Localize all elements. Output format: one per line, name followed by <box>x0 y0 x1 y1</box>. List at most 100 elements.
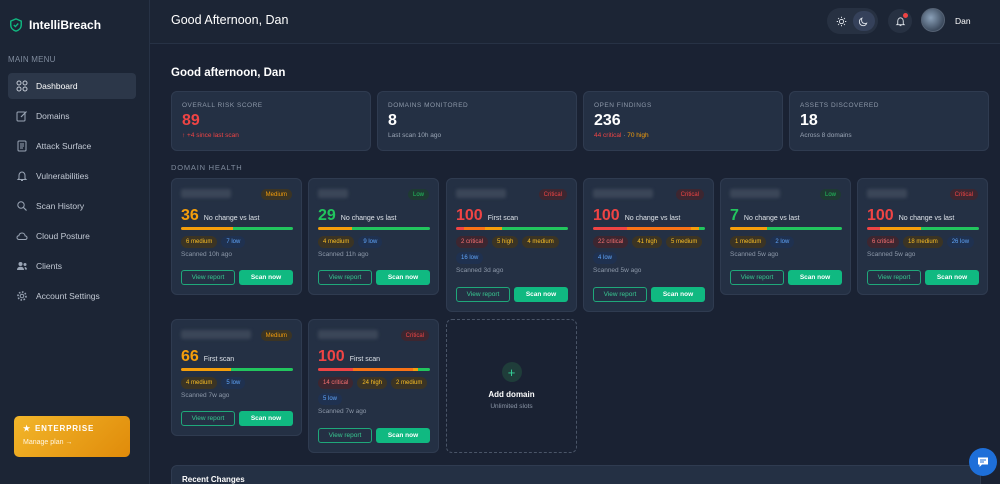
finding-chip-low: 7 low <box>221 236 246 248</box>
domain-name-redacted <box>593 189 653 198</box>
finding-chip-low: 2 low <box>770 236 795 248</box>
sidebar-item-clients[interactable]: Clients <box>8 253 136 279</box>
severity-badge: Medium <box>260 189 292 200</box>
finding-chip-medium: 4 medium <box>318 236 355 248</box>
add-domain-card[interactable]: + Add domain Unlimited slots <box>446 319 577 453</box>
menu-title: MAIN MENU <box>8 55 56 64</box>
finding-chip-low: 5 low <box>318 393 343 405</box>
stat-sub: Across 8 domains <box>800 132 852 139</box>
finding-chip-critical: 22 critical <box>593 236 629 248</box>
risk-score: 100 <box>593 207 620 224</box>
card-actions: View report Scan now <box>318 428 430 443</box>
risk-score: 100 <box>456 207 483 224</box>
severity-bar-segment <box>318 227 353 230</box>
card-actions: View report Scan now <box>181 270 293 285</box>
score-change: No change vs last <box>340 215 397 222</box>
risk-score: 100 <box>867 207 894 224</box>
view-report-button[interactable]: View report <box>456 287 510 302</box>
chat-button[interactable] <box>969 448 997 476</box>
sidebar-item-vulnerabilities[interactable]: Vulnerabilities <box>8 163 136 189</box>
theme-toggle[interactable] <box>827 8 878 34</box>
avatar[interactable] <box>921 8 945 32</box>
view-report-button[interactable]: View report <box>181 411 235 426</box>
risk-score: 100 <box>318 348 345 365</box>
view-report-button[interactable]: View report <box>593 287 647 302</box>
page-title: Good afternoon, Dan <box>171 67 286 79</box>
severity-bar <box>867 227 979 230</box>
sidebar-item-label: Clients <box>36 261 62 271</box>
view-report-button[interactable]: View report <box>318 270 372 285</box>
severity-bar-segment <box>318 368 353 371</box>
card-actions: View report Scan now <box>593 287 705 302</box>
scan-now-button[interactable]: Scan now <box>376 270 430 285</box>
notifications-button[interactable] <box>888 9 912 33</box>
manage-plan-link[interactable]: Manage plan → <box>23 439 121 446</box>
domain-score-row: 100 No change vs last <box>867 207 954 225</box>
sidebar-item-account-settings[interactable]: Account Settings <box>8 283 136 309</box>
sidebar-item-label: Attack Surface <box>36 141 92 151</box>
view-report-button[interactable]: View report <box>867 270 921 285</box>
users-icon <box>16 260 28 272</box>
scanned-time: Scanned 3d ago <box>456 267 504 274</box>
scanned-time: Scanned 11h ago <box>318 251 369 258</box>
recent-changes-title: Recent Changes <box>182 475 245 484</box>
finding-chip-medium: 5 medium <box>666 236 703 248</box>
scan-now-button[interactable]: Scan now <box>514 287 568 302</box>
view-report-button[interactable]: View report <box>730 270 784 285</box>
domain-name-redacted <box>181 189 231 198</box>
high-count: 70 high <box>627 132 649 139</box>
app-name: IntelliBreach <box>29 18 102 32</box>
pencil-icon <box>16 110 28 122</box>
scan-now-button[interactable]: Scan now <box>376 428 430 443</box>
stat-sub: 44 critical · 70 high <box>594 132 772 139</box>
sun-icon[interactable] <box>830 11 852 31</box>
scan-now-button[interactable]: Scan now <box>788 270 842 285</box>
sidebar-item-domains[interactable]: Domains <box>8 103 136 129</box>
sidebar-item-attack-surface[interactable]: Attack Surface <box>8 133 136 159</box>
plan-title-text: ENTERPRISE <box>34 424 95 433</box>
severity-bar-segment <box>698 227 705 230</box>
severity-badge: Medium <box>260 330 292 341</box>
critical-count: 44 critical <box>594 132 622 139</box>
severity-badge: Critical <box>949 189 978 200</box>
sidebar-item-label: Cloud Posture <box>36 231 90 241</box>
scanned-time: Scanned 10h ago <box>181 251 232 258</box>
score-change: First scan <box>349 356 381 363</box>
sidebar-item-dashboard[interactable]: Dashboard <box>8 73 136 99</box>
view-report-button[interactable]: View report <box>318 428 372 443</box>
risk-score: 36 <box>181 207 199 224</box>
risk-score: 7 <box>730 207 739 224</box>
domain-score-row: 100 First scan <box>456 207 518 225</box>
score-change: No change vs last <box>743 215 800 222</box>
scanned-time: Scanned 7w ago <box>318 408 367 415</box>
scan-now-button[interactable]: Scan now <box>651 287 705 302</box>
user-name[interactable]: Dan <box>955 16 971 26</box>
finding-chips: 6 critical 18 medium 26 low <box>867 236 983 248</box>
enterprise-plan-card[interactable]: ★ ENTERPRISE Manage plan → <box>14 416 130 457</box>
severity-badge: Critical <box>538 189 567 200</box>
scan-now-button[interactable]: Scan now <box>925 270 979 285</box>
severity-bar-segment <box>485 227 502 230</box>
scanned-time: Scanned 5w ago <box>730 251 779 258</box>
domain-name-redacted <box>730 189 780 198</box>
finding-chip-medium: 6 medium <box>181 236 218 248</box>
severity-bar-segment <box>627 227 691 230</box>
moon-icon[interactable] <box>852 11 875 31</box>
scanned-time: Scanned 5w ago <box>867 251 916 258</box>
scan-now-button[interactable]: Scan now <box>239 270 293 285</box>
severity-badge: Critical <box>400 330 429 341</box>
scan-now-button[interactable]: Scan now <box>239 411 293 426</box>
severity-bar-segment <box>767 227 842 230</box>
app-logo[interactable]: IntelliBreach <box>9 18 101 32</box>
sidebar-item-scan-history[interactable]: Scan History <box>8 193 136 219</box>
notification-dot <box>903 13 908 18</box>
sidebar-item-cloud-posture[interactable]: Cloud Posture <box>8 223 136 249</box>
finding-chips: 4 medium 9 low <box>318 236 434 248</box>
stats-row: OVERALL RISK SCORE 89 ↑ +4 since last sc… <box>171 91 989 151</box>
card-actions: View report Scan now <box>867 270 979 285</box>
sidebar-item-label: Scan History <box>36 201 85 211</box>
stat-card-findings: OPEN FINDINGS 236 44 critical · 70 high <box>583 91 783 151</box>
view-report-button[interactable]: View report <box>181 270 235 285</box>
severity-bar-segment <box>880 227 921 230</box>
grid-icon <box>16 80 28 92</box>
